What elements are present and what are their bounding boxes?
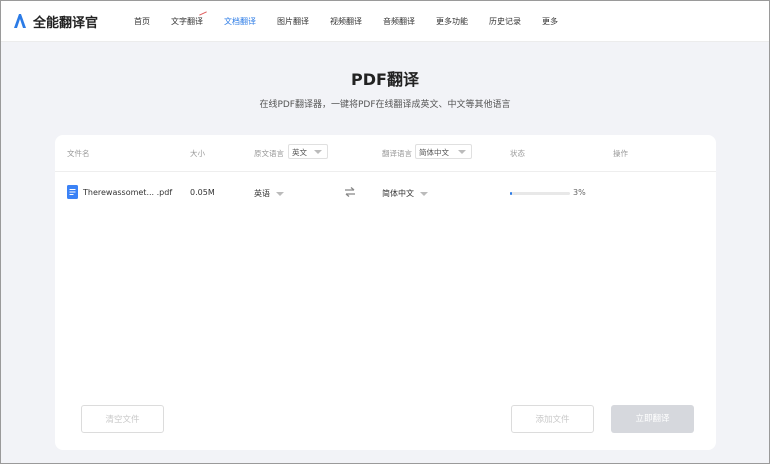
source-language-select-value: 英文 [292,148,307,157]
page-subtitle: 在线PDF翻译器，一键将PDF在线翻译成英文、中文等其他语言 [259,100,511,110]
table-header: 文件名 大小 原文语言 英文 翻译语言 简体中文 状态 操作 [55,135,716,172]
nav-history[interactable]: 历史记录 [489,16,521,27]
table-row: Therewassomet... .pdf 0.05M 英语 简体中文 3% [55,172,716,212]
chevron-down-icon [276,192,284,196]
target-language-select-value: 简体中文 [419,148,449,157]
row-source-language: 英语 [254,189,270,198]
nav-more[interactable]: 更多 [542,16,558,27]
source-language-select[interactable]: 英文 [288,144,328,159]
clear-files-button[interactable]: 清空文件 [81,405,164,433]
logo-a-icon [14,14,26,28]
pdf-file-icon [67,185,78,199]
chevron-down-icon [458,150,466,154]
translate-now-button[interactable]: 立即翻译 [611,405,694,433]
row-source-language-select[interactable]: 英语 [254,184,294,200]
add-file-button[interactable]: 添加文件 [511,405,594,433]
top-header: 全能翻译官 首页 文字翻译 文档翻译 图片翻译 视频翻译 音频翻译 更多功能 历… [1,1,769,42]
progress-percent: 3% [573,188,586,197]
chevron-down-icon [420,192,428,196]
progress-fill [510,192,512,195]
nav-audio-translate[interactable]: 音频翻译 [383,16,415,27]
swap-languages-icon[interactable] [344,186,356,198]
page-title: PDF翻译 [351,70,419,89]
nav-more-features[interactable]: 更多功能 [436,16,468,27]
file-name: Therewassomet... .pdf [83,188,173,197]
header-source-language: 原文语言 [254,149,284,158]
logo[interactable]: 全能翻译官 [13,11,98,31]
main-nav: 首页 文字翻译 文档翻译 图片翻译 视频翻译 音频翻译 更多功能 历史记录 更多 [134,1,579,41]
progress-bar [510,192,570,195]
nav-image-translate[interactable]: 图片翻译 [277,16,309,27]
nav-video-translate[interactable]: 视频翻译 [330,16,362,27]
header-filename: 文件名 [67,149,90,158]
nav-document-translate[interactable]: 文档翻译 [224,16,256,27]
header-size: 大小 [190,149,205,158]
target-language-select[interactable]: 简体中文 [415,144,472,159]
header-action: 操作 [613,149,628,158]
row-target-language-select[interactable]: 简体中文 [382,184,438,200]
file-size: 0.05M [190,188,215,197]
header-target-language: 翻译语言 [382,149,412,158]
translate-card: 文件名 大小 原文语言 英文 翻译语言 简体中文 状态 操作 Therewass… [55,135,716,450]
header-status: 状态 [510,149,525,158]
nav-text-translate[interactable]: 文字翻译 [171,16,203,27]
nav-home[interactable]: 首页 [134,16,150,27]
chevron-down-icon [314,150,322,154]
row-target-language: 简体中文 [382,189,414,198]
logo-text: 全能翻译官 [33,15,99,31]
